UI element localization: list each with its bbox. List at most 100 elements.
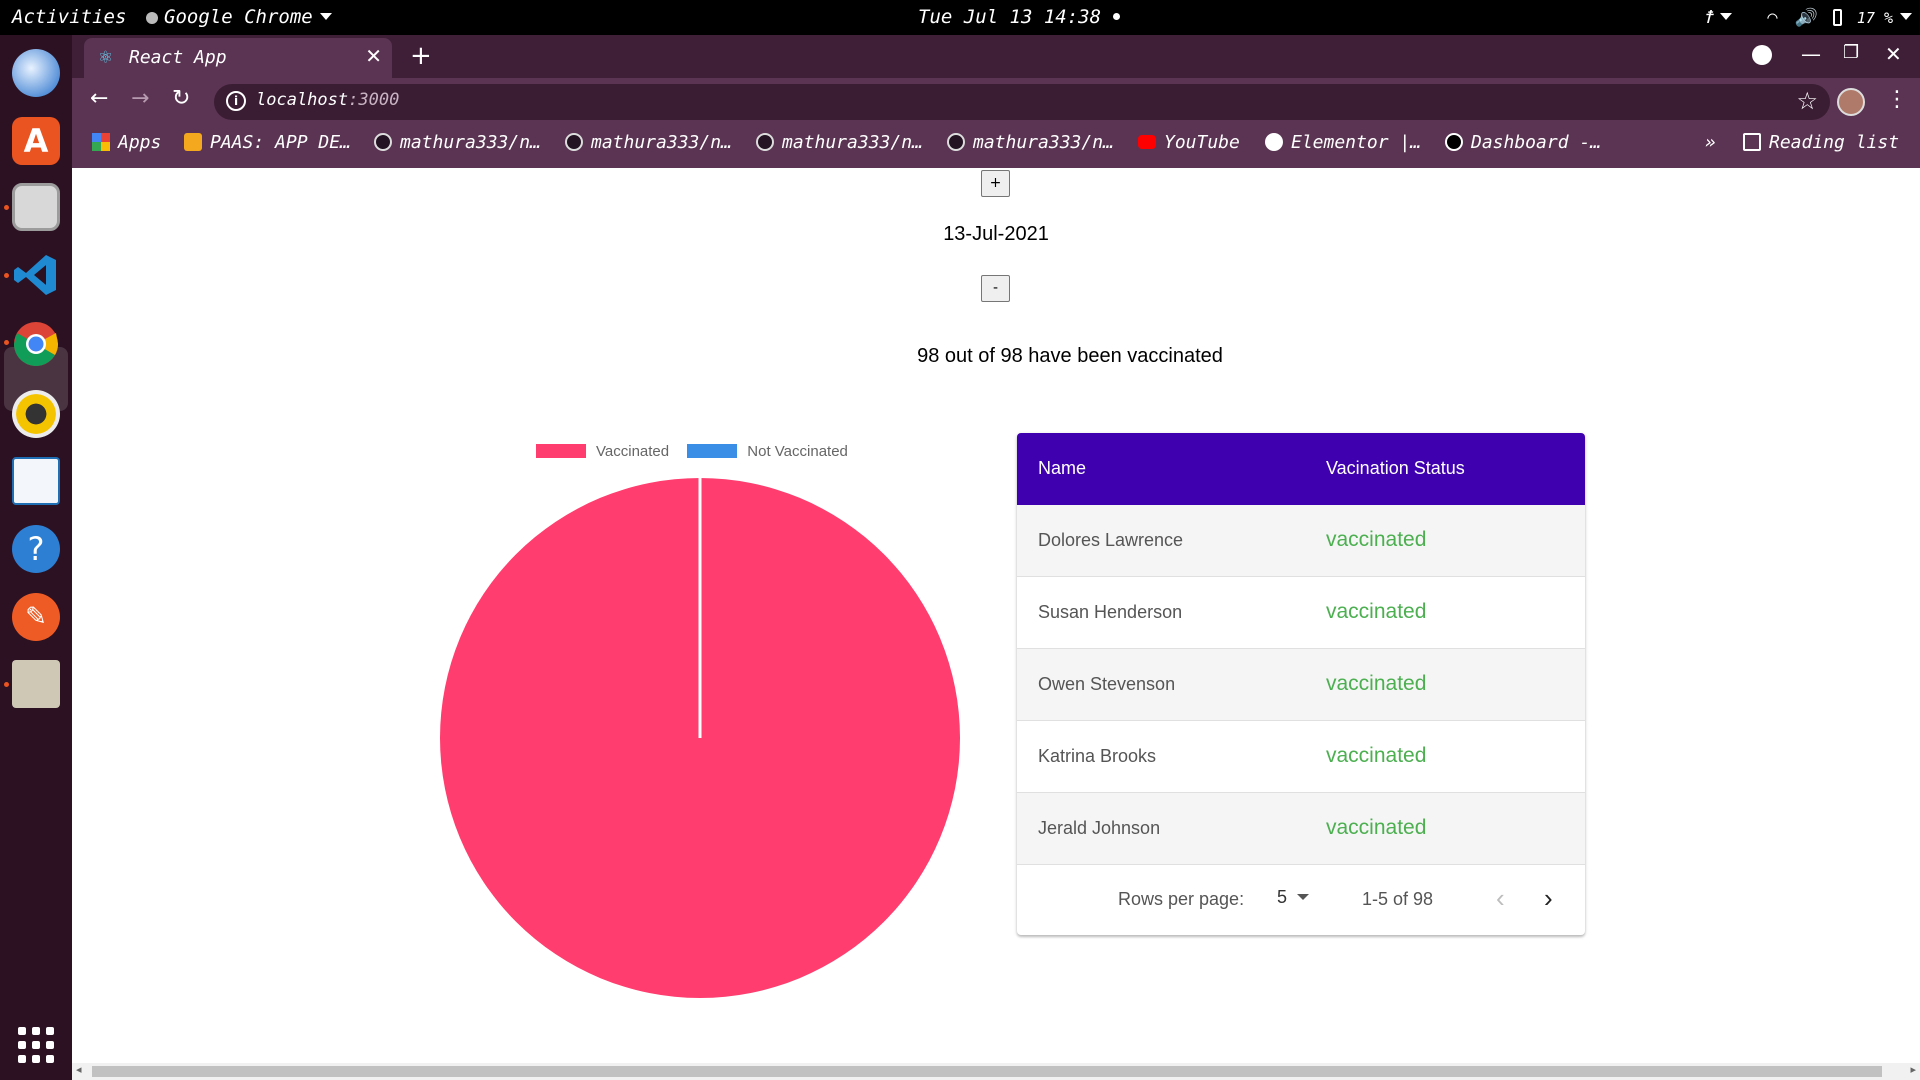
column-header-status[interactable]: Vacination Status [1326, 458, 1465, 479]
reading-list-button[interactable]: Reading list [1743, 132, 1899, 153]
url-text[interactable]: localhost:3000 [256, 90, 399, 110]
profile-avatar[interactable] [1837, 88, 1865, 116]
legend-item-not-vaccinated[interactable]: Not Vaccinated [687, 443, 848, 460]
legend-label: Vaccinated [596, 443, 670, 460]
bookmark-github-1[interactable]: mathura333/n… [374, 132, 541, 153]
cell-status: vaccinated [1326, 816, 1427, 839]
volume-icon: 🔊 [1794, 8, 1816, 28]
forward-icon[interactable]: → [131, 86, 149, 111]
restore-icon[interactable]: ❐ [1843, 42, 1859, 63]
vaccination-table: Name Vacination Status Dolores Lawrence v… [1017, 433, 1585, 935]
writer-icon[interactable] [12, 457, 60, 505]
tab-search-icon[interactable] [1752, 45, 1772, 65]
activities-button[interactable]: Activities [12, 0, 126, 35]
cell-status: vaccinated [1326, 672, 1427, 695]
table-row[interactable]: Dolores Lawrence vaccinated [1017, 505, 1585, 577]
legend-swatch [687, 444, 738, 458]
legend-label: Not Vaccinated [747, 443, 848, 460]
legend-swatch [536, 444, 586, 458]
bookmark-star-icon[interactable]: ☆ [1796, 87, 1818, 115]
files-icon[interactable] [12, 183, 60, 231]
table-row[interactable]: Katrina Brooks vaccinated [1017, 721, 1585, 793]
postman-icon[interactable]: ✎ [12, 593, 60, 641]
battery-percent: 17 % [1856, 9, 1893, 27]
bookmark-apps[interactable]: Apps [92, 132, 161, 153]
running-indicator [4, 682, 9, 687]
table-row[interactable]: Owen Stevenson vaccinated [1017, 649, 1585, 721]
chrome-small-icon [146, 12, 158, 24]
rhythmbox-icon[interactable] [12, 390, 60, 438]
bookmark-label: mathura333/n… [591, 132, 732, 153]
reading-list-icon [1743, 133, 1761, 151]
reload-icon[interactable]: ↻ [172, 86, 190, 111]
cell-status: vaccinated [1326, 744, 1427, 767]
bookmark-github-4[interactable]: mathura333/n… [947, 132, 1114, 153]
column-header-name[interactable]: Name [1038, 458, 1086, 479]
bookmark-paas[interactable]: PAAS: APP DE… [184, 132, 351, 153]
scroll-right-icon[interactable]: ▸ [1910, 1063, 1916, 1076]
dashboard-icon [1445, 133, 1463, 151]
minimize-icon[interactable]: — [1801, 42, 1821, 66]
new-tab-icon[interactable]: + [410, 41, 432, 71]
github-icon [374, 133, 392, 151]
bookmark-github-2[interactable]: mathura333/n… [565, 132, 732, 153]
bookmark-label: Elementor |… [1291, 132, 1422, 153]
running-indicator [4, 273, 9, 278]
archive-icon[interactable] [12, 660, 60, 708]
thunderbird-icon[interactable] [12, 49, 60, 97]
help-icon[interactable]: ? [12, 525, 60, 573]
software-center-icon[interactable]: A [12, 117, 60, 165]
bookmark-label: YouTube [1164, 132, 1240, 153]
menu-kebab-icon[interactable]: ⋮ [1886, 87, 1908, 112]
address-bar[interactable]: i localhost:3000 ☆ [214, 84, 1830, 120]
bookmark-label: mathura333/n… [400, 132, 541, 153]
app-menu[interactable]: Google Chrome [146, 0, 332, 35]
clock[interactable]: Tue Jul 13 14:38 [918, 0, 1121, 35]
bookmark-label: mathura333/n… [973, 132, 1114, 153]
close-window-icon[interactable]: ✕ [1885, 42, 1902, 66]
table-row[interactable]: Susan Henderson vaccinated [1017, 577, 1585, 649]
table-pagination: Rows per page: 5 1-5 of 98 ‹ › [1017, 865, 1585, 935]
cell-name: Jerald Johnson [1038, 818, 1161, 838]
cell-status: vaccinated [1326, 600, 1427, 623]
app-menu-label: Google Chrome [164, 6, 313, 28]
bookmark-dashboard[interactable]: Dashboard -… [1445, 132, 1601, 153]
horizontal-scrollbar[interactable]: ◂ ▸ [72, 1063, 1920, 1080]
rows-per-page-label: Rows per page: [1118, 889, 1245, 909]
vscode-icon[interactable] [12, 251, 60, 299]
scroll-left-icon[interactable]: ◂ [76, 1063, 82, 1076]
bookmark-elementor[interactable]: Elementor |… [1265, 132, 1421, 153]
bookmark-label: mathura333/n… [782, 132, 923, 153]
bookmark-label: PAAS: APP DE… [210, 132, 351, 153]
globe-icon [1265, 133, 1283, 151]
pagination-range: 1-5 of 98 [1362, 889, 1434, 909]
bookmarks-overflow-icon[interactable]: » [1705, 132, 1716, 153]
increment-date-button[interactable]: + [981, 170, 1010, 197]
scrollbar-thumb[interactable] [92, 1066, 1882, 1077]
github-icon [947, 133, 965, 151]
chrome-icon[interactable] [12, 320, 60, 368]
decrement-date-button[interactable]: - [981, 275, 1010, 302]
cell-name: Susan Henderson [1038, 602, 1183, 622]
bookmark-github-3[interactable]: mathura333/n… [756, 132, 923, 153]
tab-react-app[interactable]: ⚛ React App ✕ [84, 38, 392, 78]
tab-title: React App [129, 47, 227, 68]
bookmark-label: Dashboard -… [1471, 132, 1602, 153]
cell-status: vaccinated [1326, 528, 1427, 551]
rows-per-page-select[interactable]: 5 [1277, 887, 1310, 908]
battery-icon [1832, 9, 1842, 26]
next-page-icon[interactable]: › [1544, 883, 1553, 914]
system-tray[interactable]: ☨ ◠ 🔊 17 % [1702, 0, 1912, 35]
chevron-down-icon [1720, 13, 1733, 20]
previous-page-icon[interactable]: ‹ [1496, 883, 1505, 914]
accessibility-icon[interactable]: ☨ [1702, 7, 1713, 28]
url-port: :3000 [348, 90, 400, 110]
close-tab-icon[interactable]: ✕ [365, 44, 382, 68]
show-applications-icon[interactable] [18, 1027, 54, 1063]
clock-label: Tue Jul 13 14:38 [918, 6, 1102, 28]
table-row[interactable]: Jerald Johnson vaccinated [1017, 793, 1585, 865]
bookmark-youtube[interactable]: YouTube [1138, 132, 1240, 153]
legend-item-vaccinated[interactable]: Vaccinated [536, 443, 669, 460]
back-icon[interactable]: ← [90, 86, 108, 111]
info-icon[interactable]: i [226, 91, 246, 111]
